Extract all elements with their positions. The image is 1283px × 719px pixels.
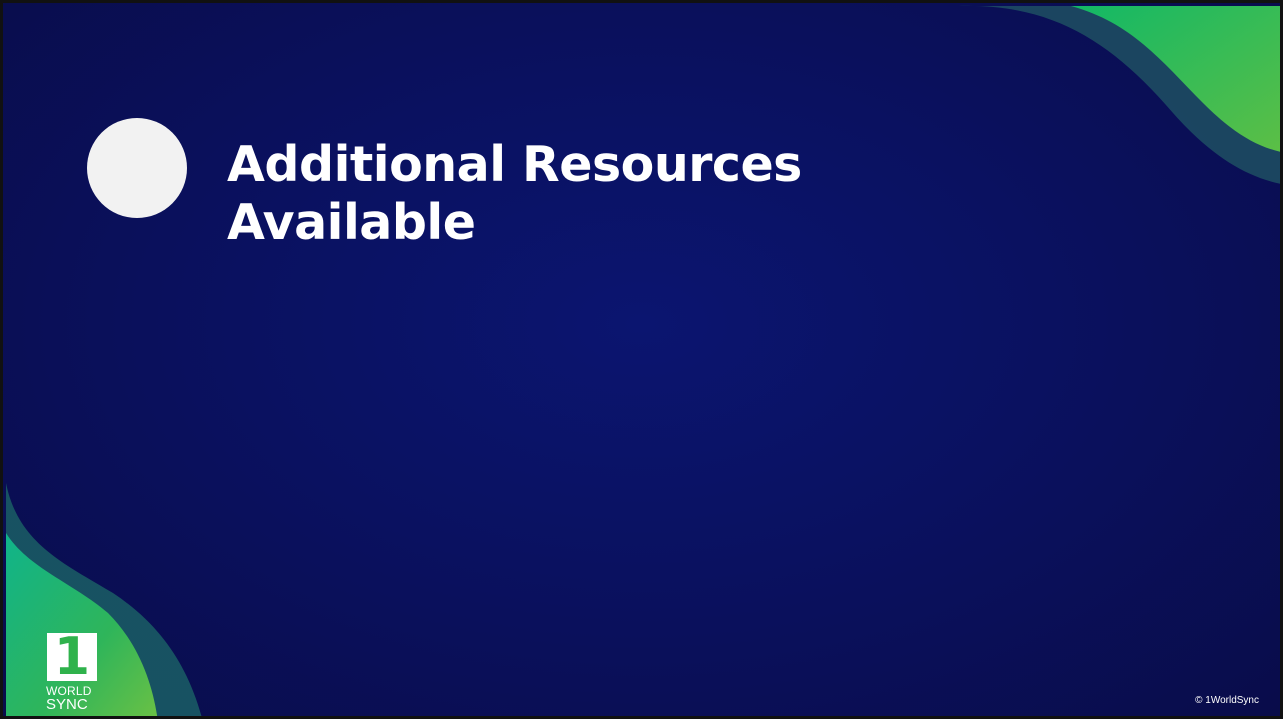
logo-mark: 1 [53,627,91,687]
circle-placeholder-icon [87,118,187,218]
presentation-slide: Additional Resources Available 1 WORLD S… [0,0,1283,719]
copyright-text: © 1WorldSync [1195,695,1259,706]
corner-decoration [6,5,1280,716]
slide-title-line2: Available [227,194,476,251]
1worldsync-logo-icon: 1 WORLD SYNC [44,627,100,713]
logo-word-sync: SYNC [46,696,88,713]
logo-mark-box: 1 [47,627,97,687]
slide-title-line1: Additional Resources [227,136,802,193]
slide-title: Additional Resources Available [227,136,1047,252]
